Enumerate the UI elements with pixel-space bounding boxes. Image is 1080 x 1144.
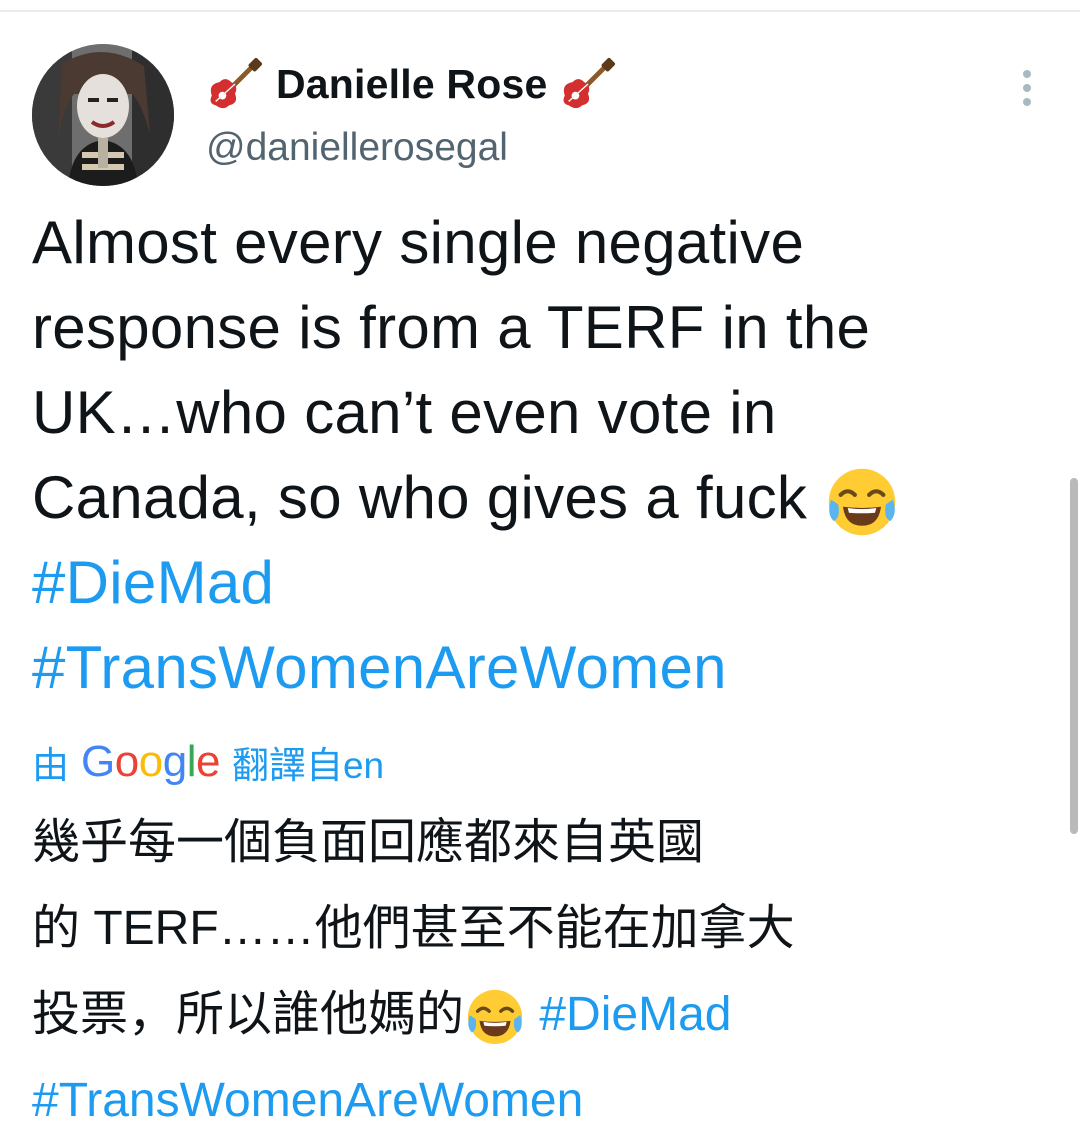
translation-attribution: 由 Google 翻譯自en [32, 732, 384, 792]
hashtag-link[interactable]: #TransWomenAreWomen [32, 1058, 1032, 1144]
more-vertical-icon [1023, 70, 1031, 78]
tweet-text-line: UK…who can’t even vote in [32, 379, 777, 446]
more-options-button[interactable] [1010, 64, 1044, 112]
more-vertical-icon [1023, 84, 1031, 92]
display-name: Danielle Rose [276, 60, 548, 107]
tweet-text-line: Almost every single negative [32, 209, 805, 276]
avatar[interactable] [32, 44, 174, 186]
translation-prefix: 由 [32, 745, 69, 786]
translated-text-line-with-emoji: 投票，所以誰他媽的 #DieMad [32, 972, 1032, 1058]
tweet: Danielle Rose @daniellerosegal Almost ev… [0, 0, 1080, 1139]
hashtag-link[interactable]: #DieMad [539, 988, 731, 1041]
scrollbar[interactable] [1070, 478, 1078, 834]
translated-text: 幾乎每一個負面回應都來自英國 的 TERF……他們甚至不能在加拿大 投票，所以誰… [32, 800, 1032, 1144]
google-logo-letter: o [114, 737, 139, 786]
more-vertical-icon [1023, 98, 1031, 106]
hashtag-link[interactable]: #DieMad [32, 540, 1032, 625]
face-with-tears-of-joy-icon [467, 990, 523, 1045]
user-handle[interactable]: @daniellerosegal [206, 126, 508, 170]
translation-source-language[interactable]: 翻譯自en [232, 735, 384, 789]
guitar-icon [210, 57, 263, 109]
tweet-text-segment: Canada, so who gives a fuck [32, 464, 808, 531]
avatar-image [32, 44, 174, 186]
translated-text-segment: 投票，所以誰他媽的 [32, 988, 465, 1041]
google-logo-letter: l [186, 737, 197, 786]
tweet-text-line-with-emoji: Canada, so who gives a fuck [32, 455, 1032, 540]
tweet-text: Almost every single negative response is… [32, 200, 1032, 710]
google-logo-letter: g [162, 737, 187, 786]
google-logo-letter: G [81, 737, 115, 786]
display-name-row[interactable]: Danielle Rose [206, 52, 617, 116]
google-logo: Google [81, 737, 220, 787]
face-with-tears-of-joy-icon [828, 468, 896, 536]
hashtag-link[interactable]: #TransWomenAreWomen [32, 625, 1032, 710]
translated-text-line: 的 TERF……他們甚至不能在加拿大 [32, 902, 795, 955]
tweet-text-line: response is from a TERF in the [32, 294, 871, 361]
translated-text-line: 幾乎每一個負面回應都來自英國 [32, 816, 705, 869]
google-logo-letter: o [138, 737, 163, 786]
google-logo-letter: e [195, 737, 220, 786]
guitar-icon [563, 57, 616, 109]
